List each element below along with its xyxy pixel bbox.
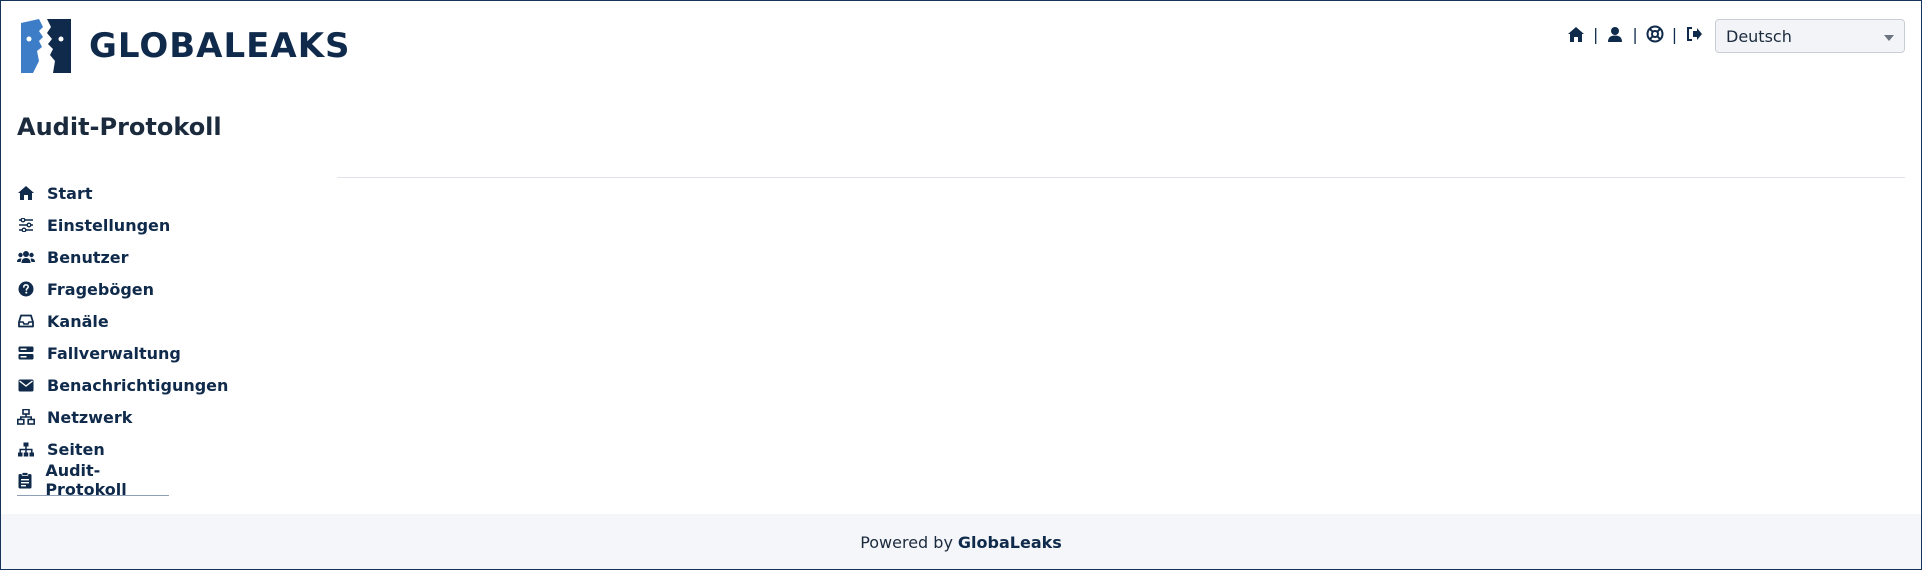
footer-prefix: Powered by: [860, 532, 953, 552]
support-icon[interactable]: [1645, 24, 1665, 44]
footer-brand-link[interactable]: GlobaLeaks: [958, 533, 1062, 552]
sidebar-item-benutzer[interactable]: Benutzer: [17, 241, 228, 273]
sidebar-item-label: Fragebögen: [47, 279, 155, 299]
sliders-icon: [17, 216, 35, 234]
sidebar-item-label: Audit-Protokoll: [45, 461, 127, 499]
user-icon[interactable]: [1605, 24, 1625, 44]
logout-icon[interactable]: [1684, 24, 1704, 44]
server-icon: [17, 344, 35, 362]
users-icon: [17, 248, 35, 266]
nav-separator: |: [1671, 24, 1678, 44]
network-icon: [17, 408, 35, 426]
nav-separator: |: [1632, 24, 1638, 44]
question-icon: [17, 280, 35, 298]
content-divider: [337, 177, 1905, 178]
globaleaks-logo-icon: [21, 19, 71, 73]
sidebar-item-netzwerk[interactable]: Netzwerk: [17, 401, 228, 433]
inbox-icon: [17, 312, 35, 330]
sidebar-item-einstellungen[interactable]: Einstellungen: [17, 209, 228, 241]
language-select[interactable]: Deutsch: [1715, 19, 1905, 53]
sidebar-item-label: Benachrichtigungen: [47, 375, 229, 395]
sidebar-item-label: Kanäle: [47, 311, 109, 331]
footer: Powered by GlobaLeaks: [1, 514, 1921, 569]
language-select-value: Deutsch: [1726, 26, 1792, 46]
sidebar-item-frageboegen[interactable]: Fragebögen: [17, 273, 228, 305]
envelope-icon: [17, 376, 35, 394]
top-nav: | | |: [1566, 24, 1704, 44]
sidebar-item-label: Netzwerk: [47, 407, 133, 427]
sidebar-item-fallverwaltung[interactable]: Fallverwaltung: [17, 337, 228, 369]
sidebar-item-label: Benutzer: [47, 247, 129, 267]
sidebar-item-benachrichtigungen[interactable]: Benachrichtigungen: [17, 369, 228, 401]
sidebar-item-label: Fallverwaltung: [47, 343, 181, 363]
page-title: Audit-Protokoll: [17, 113, 222, 141]
app-window: GLOBALEAKS | | | Deutsch Audit-Protokoll: [0, 0, 1922, 570]
sidebar: Start Einstellungen Benutzer Fragebögen …: [17, 177, 228, 499]
clipboard-icon: [17, 471, 33, 489]
logo-text: GLOBALEAKS: [89, 26, 351, 66]
sidebar-item-label: Einstellungen: [47, 215, 171, 235]
home-icon: [17, 184, 35, 202]
sidebar-item-label: Seiten: [47, 439, 105, 459]
sidebar-item-audit-protokoll[interactable]: Audit-Protokoll: [17, 461, 169, 499]
chevron-down-icon: [1884, 35, 1894, 41]
sidebar-item-label: Start: [47, 183, 93, 203]
sitemap-icon: [17, 440, 35, 458]
logo[interactable]: GLOBALEAKS: [17, 17, 351, 75]
home-icon[interactable]: [1566, 24, 1586, 44]
sidebar-item-kanaele[interactable]: Kanäle: [17, 305, 228, 337]
sidebar-item-start[interactable]: Start: [17, 177, 228, 209]
nav-separator: |: [1593, 24, 1599, 44]
